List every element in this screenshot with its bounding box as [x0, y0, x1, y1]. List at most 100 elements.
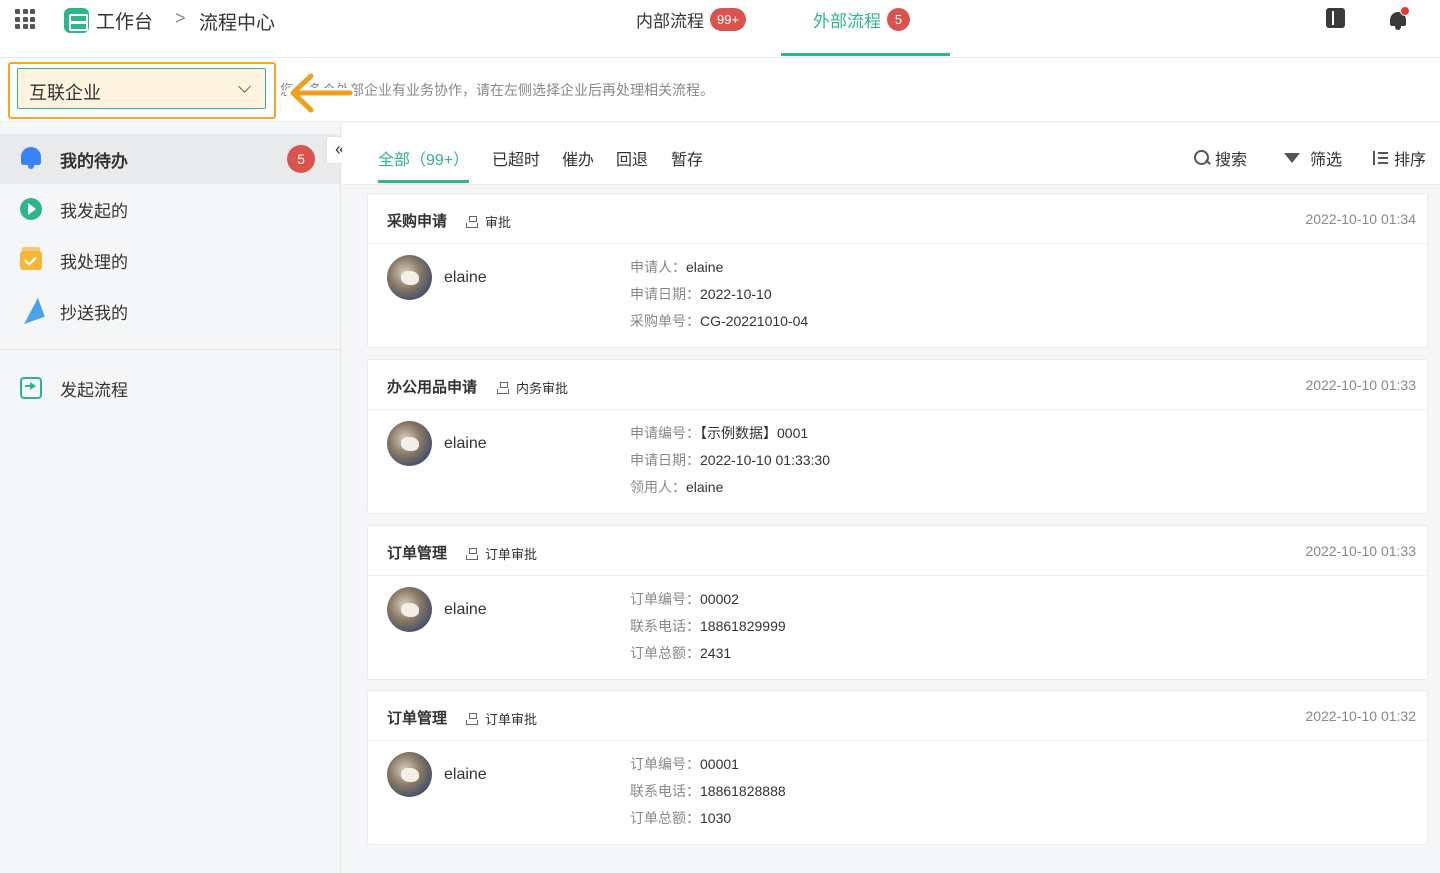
node-icon	[497, 381, 509, 394]
card-type-label: 内务审批	[516, 381, 569, 396]
field-key: 订单总额：	[630, 645, 700, 661]
node-icon	[466, 547, 478, 560]
count-badge: 5	[887, 8, 910, 31]
field-key: 订单总额：	[630, 810, 700, 826]
field-row: 申请日期：2022-10-10	[630, 285, 808, 312]
start-flow-icon	[20, 377, 42, 399]
flow-card[interactable]: 订单管理 订单审批 2022-10-10 01:33 elaine 订单编号：0…	[367, 525, 1428, 680]
enterprise-bar: 互联企业 您与多个外部企业有业务协作，请在左侧选择企业后再处理相关流程。	[0, 58, 1440, 122]
sidebar-item-label: 我发起的	[60, 201, 128, 221]
field-row: 领用人：elaine	[630, 478, 830, 505]
card-type-label: 订单审批	[485, 547, 538, 562]
sidebar-item-cc[interactable]: 抄送我的	[0, 286, 341, 336]
breadcrumb-current: 流程中心	[199, 13, 276, 34]
app-grid-icon[interactable]	[15, 9, 35, 29]
card-header: 采购申请 审批 2022-10-10 01:34	[368, 194, 1427, 244]
field-value: 00002	[700, 591, 739, 607]
sort-label: 排序	[1394, 152, 1427, 169]
card-time: 2022-10-10 01:34	[1305, 211, 1416, 227]
flow-card[interactable]: 订单管理 订单审批 2022-10-10 01:32 elaine 订单编号：0…	[367, 690, 1428, 845]
field-row: 采购单号：CG-20221010-04	[630, 312, 808, 339]
bell-icon	[21, 147, 41, 169]
notebook-icon[interactable]	[1326, 8, 1345, 28]
card-type-label: 审批	[485, 215, 512, 230]
sidebar-item-label: 我的待办	[60, 151, 128, 171]
sidebar: 我的待办 5 我发起的 我处理的 抄送我的 发起流程	[0, 123, 341, 873]
tab-internal-flow[interactable]: 内部流程 99+	[636, 7, 747, 32]
check-box-icon	[20, 247, 42, 270]
flow-card[interactable]: 办公用品申请 内务审批 2022-10-10 01:33 elaine 申请编号…	[367, 359, 1428, 514]
paper-plane-icon	[17, 297, 45, 325]
chevron-down-icon	[238, 80, 251, 93]
avatar	[387, 752, 432, 797]
field-row: 联系电话：18861829999	[630, 617, 786, 644]
filter-tab-urged[interactable]: 催办	[562, 146, 594, 170]
sidebar-item-handled[interactable]: 我处理的	[0, 235, 341, 285]
field-value: CG-20221010-04	[700, 313, 809, 329]
field-key: 申请人：	[630, 259, 686, 275]
node-icon	[466, 215, 478, 228]
filter-tab-overdue[interactable]: 已超时	[492, 146, 540, 170]
field-row: 申请人：elaine	[630, 258, 808, 285]
card-title: 办公用品申请	[387, 379, 478, 396]
notification-bell-icon[interactable]	[1389, 6, 1410, 30]
filter-tab-all[interactable]: 全部（99+）	[378, 146, 469, 170]
card-type: 订单审批	[466, 544, 537, 563]
field-value: 【示例数据】0001	[700, 425, 809, 441]
card-type: 订单审批	[466, 709, 537, 728]
card-time: 2022-10-10 01:33	[1305, 543, 1416, 559]
tab-label: 外部流程	[813, 12, 881, 31]
card-fields: 订单编号：00001 联系电话：18861828888 订单总额：1030	[630, 755, 786, 836]
sidebar-item-my-todo[interactable]: 我的待办 5	[0, 134, 341, 184]
search-button[interactable]: 搜索	[1194, 146, 1247, 170]
user-name: elaine	[444, 269, 487, 286]
field-value: elaine	[686, 259, 724, 275]
field-key: 申请编号：	[630, 425, 700, 441]
card-type: 审批	[466, 212, 511, 231]
filter-label: 筛选	[1310, 152, 1343, 169]
sidebar-divider	[0, 349, 341, 350]
field-key: 联系电话：	[630, 618, 700, 634]
unread-dot	[1400, 6, 1410, 16]
user-name: elaine	[444, 766, 487, 783]
field-row: 订单编号：00002	[630, 590, 786, 617]
field-key: 联系电话：	[630, 783, 700, 799]
sidebar-item-start-flow[interactable]: 发起流程	[0, 363, 341, 413]
top-bar: 工作台 > 流程中心 内部流程 99+ 外部流程 5	[0, 0, 1440, 58]
card-fields: 订单编号：00002 联系电话：18861829999 订单总额：2431	[630, 590, 786, 671]
flow-card[interactable]: 采购申请 审批 2022-10-10 01:34 elaine 申请人：elai…	[367, 193, 1428, 348]
enterprise-select[interactable]: 互联企业	[17, 68, 266, 109]
card-title: 订单管理	[387, 710, 448, 727]
avatar	[387, 421, 432, 466]
funnel-icon	[1284, 153, 1300, 163]
field-value: 2022-10-10	[700, 286, 772, 302]
field-key: 订单编号：	[630, 591, 700, 607]
avatar	[387, 587, 432, 632]
field-row: 联系电话：18861828888	[630, 782, 786, 809]
card-header: 订单管理 订单审批 2022-10-10 01:32	[368, 691, 1427, 741]
filter-tab-returned[interactable]: 回退	[616, 146, 648, 170]
sort-button[interactable]: 排序	[1373, 146, 1426, 170]
field-key: 领用人：	[630, 479, 686, 495]
field-value: 2431	[700, 645, 732, 661]
card-type-label: 订单审批	[485, 712, 538, 727]
field-row: 订单编号：00001	[630, 755, 786, 782]
field-row: 订单总额：2431	[630, 644, 786, 671]
sidebar-item-initiated[interactable]: 我发起的	[0, 184, 341, 234]
field-key: 申请日期：	[630, 286, 700, 302]
card-header: 办公用品申请 内务审批 2022-10-10 01:33	[368, 360, 1427, 410]
sort-icon	[1373, 150, 1389, 166]
sidebar-item-label: 发起流程	[60, 380, 128, 400]
brand[interactable]: 工作台	[64, 7, 153, 34]
brand-title: 工作台	[96, 12, 154, 33]
filter-button[interactable]: 筛选	[1284, 146, 1342, 170]
search-label: 搜索	[1215, 152, 1248, 169]
card-fields: 申请编号：【示例数据】0001 申请日期：2022-10-10 01:33:30…	[630, 424, 830, 505]
field-key: 采购单号：	[630, 313, 700, 329]
user-name: elaine	[444, 435, 487, 452]
filter-tab-draft[interactable]: 暂存	[671, 146, 703, 170]
count-badge: 99+	[710, 8, 747, 31]
node-icon	[466, 712, 478, 725]
sidebar-item-label: 抄送我的	[60, 303, 128, 323]
tab-external-flow[interactable]: 外部流程 5	[813, 7, 910, 32]
